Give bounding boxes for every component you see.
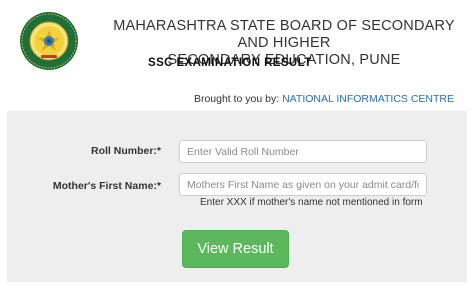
mother-name-input[interactable] <box>179 173 427 196</box>
board-logo <box>19 11 79 71</box>
nic-link[interactable]: NATIONAL INFORMATICS CENTRE <box>282 93 454 105</box>
roll-number-input[interactable] <box>179 140 427 163</box>
view-result-button[interactable]: View Result <box>182 230 289 268</box>
board-name-line1: MAHARASHTRA STATE BOARD OF SECONDARY AND… <box>113 18 455 51</box>
mother-name-label: Mother's First Name:* <box>52 180 161 192</box>
credit-line: Brought to you by: NATIONAL INFORMATICS … <box>194 93 454 105</box>
mother-name-hint: Enter XXX if mother's name not mentioned… <box>200 197 423 208</box>
exam-title: SSC EXAMINATION RESULT <box>148 57 312 69</box>
result-form-panel: Roll Number:* Mother's First Name:* Ente… <box>7 111 467 282</box>
roll-number-label: Roll Number:* <box>90 145 161 157</box>
board-seal-icon <box>20 12 78 70</box>
credit-prefix: Brought to you by: <box>193 93 280 105</box>
